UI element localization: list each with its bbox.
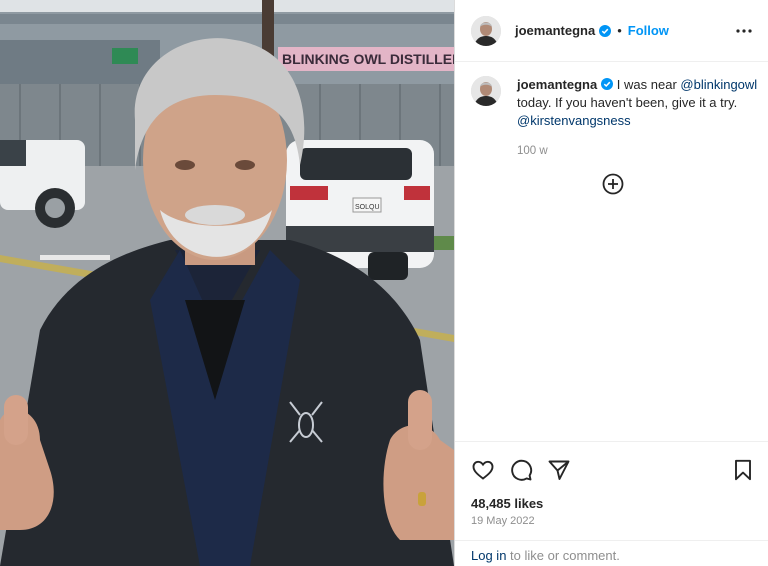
post-sidebar: joemantegna • Follow joemantegna I was n… [454, 0, 768, 566]
separator-dot: • [617, 23, 622, 38]
post-photo[interactable]: BLINKING OWL DISTILLERY SOLQU [0, 0, 454, 566]
post-time-ago[interactable]: 100 w [517, 142, 761, 160]
avatar-photo-icon [471, 15, 501, 46]
post-date: 19 May 2022 [471, 515, 535, 527]
share-send-icon[interactable] [547, 458, 571, 482]
like-heart-icon[interactable] [471, 458, 495, 482]
follow-button[interactable]: Follow [628, 23, 669, 38]
verified-badge-icon [601, 78, 614, 90]
photo-illustration: BLINKING OWL DISTILLERY SOLQU [0, 0, 454, 566]
mention-link[interactable]: @kirstenvangsness [517, 113, 631, 128]
caption-text-part: today. If you haven't been, give it a tr… [517, 95, 738, 110]
more-options-icon[interactable] [735, 24, 753, 38]
load-more-comments-icon[interactable] [602, 173, 624, 195]
header-username[interactable]: joemantegna [515, 23, 595, 38]
caption-username[interactable]: joemantegna [517, 77, 597, 92]
street-sign [112, 48, 138, 64]
caption-avatar[interactable] [471, 76, 501, 106]
post-caption: joemantegna I was near @blinkingowl toda… [471, 76, 761, 160]
login-prompt-text: to like or comment. [506, 548, 620, 563]
post-header: joemantegna • Follow [455, 0, 768, 62]
avatar-photo-icon [471, 76, 501, 106]
license-plate-text: SOLQU [355, 204, 380, 211]
mention-link[interactable]: @blinkingowl [680, 77, 757, 92]
comment-icon[interactable] [509, 458, 533, 482]
avatar[interactable] [471, 15, 501, 46]
action-icons [471, 458, 585, 482]
likes-count[interactable]: 48,485 likes [471, 496, 543, 511]
caption-body: joemantegna I was near @blinkingowl toda… [517, 76, 761, 160]
login-bar: Log in to like or comment. [455, 540, 768, 566]
login-link[interactable]: Log in [471, 548, 506, 563]
save-bookmark-icon[interactable] [731, 458, 755, 482]
distillery-sign-text: BLINKING OWL DISTILLERY [282, 51, 454, 67]
verified-badge-icon [599, 24, 612, 37]
caption-text-part: I was near [613, 77, 681, 92]
